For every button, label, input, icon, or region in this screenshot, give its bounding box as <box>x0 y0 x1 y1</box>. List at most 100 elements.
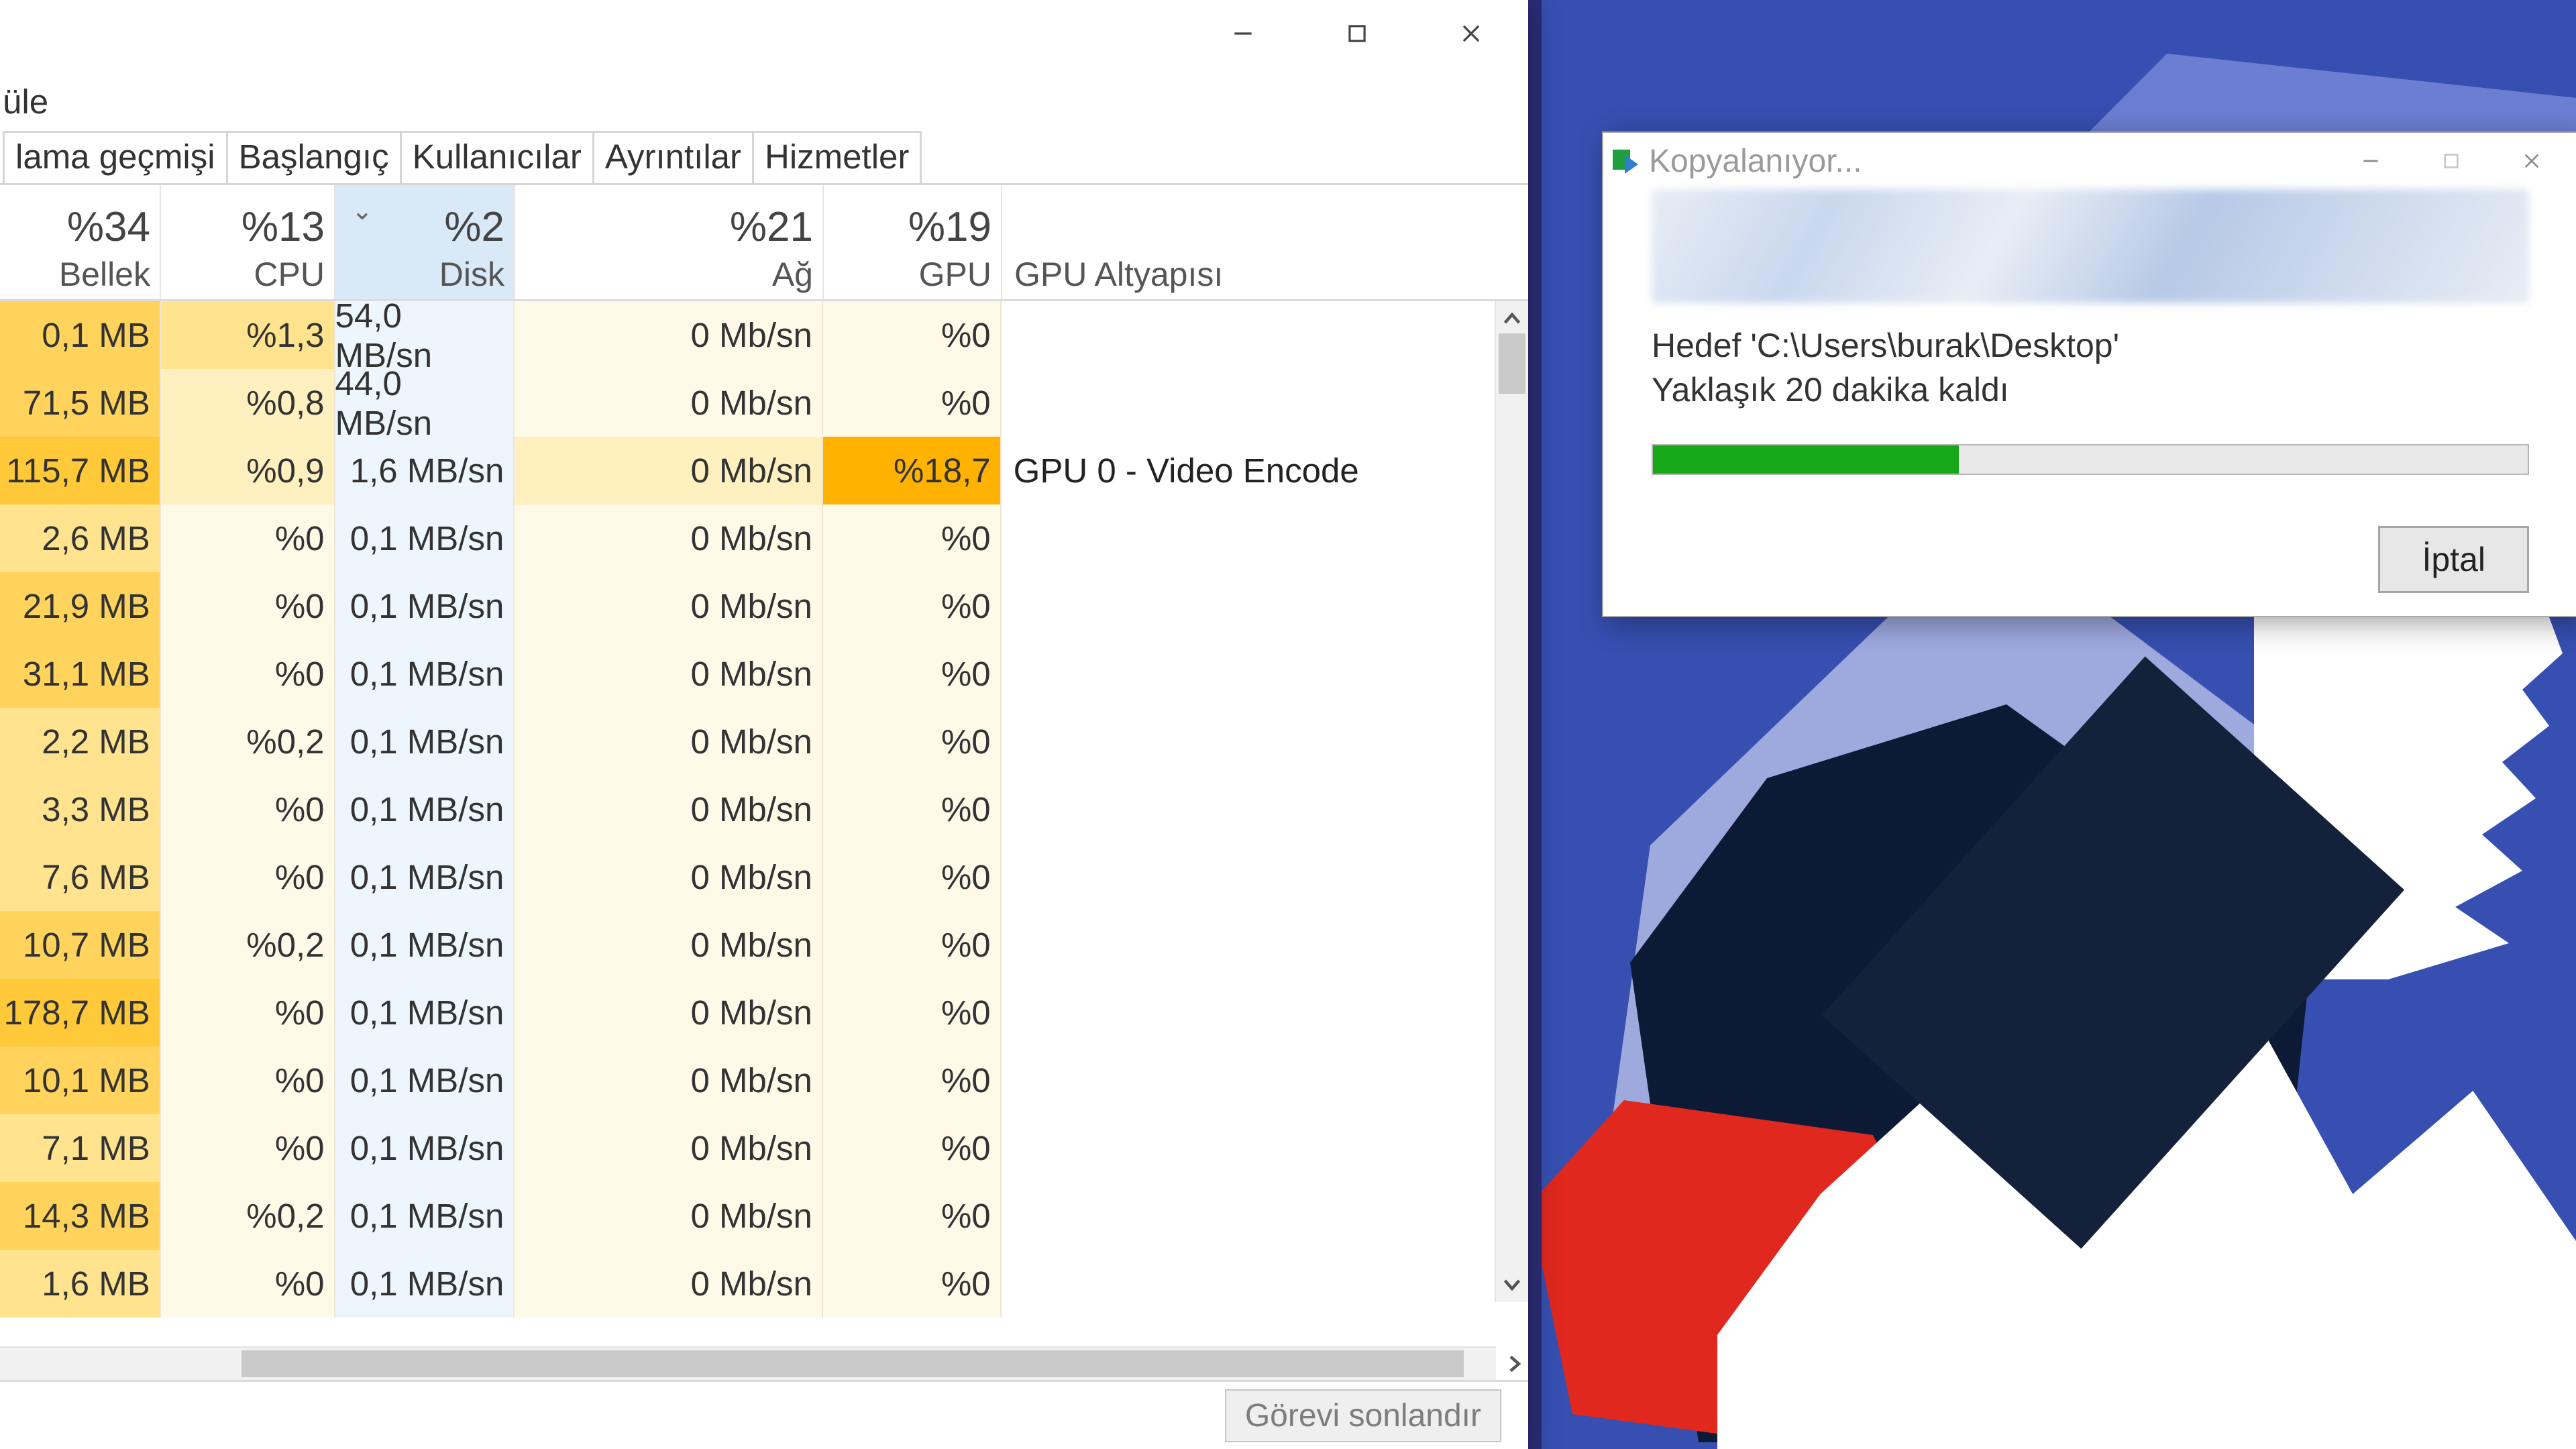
cell: %0 <box>161 640 335 708</box>
cell: 0,1 MB/sn <box>335 911 515 979</box>
column-label: GPU Altyapısı <box>1014 255 1223 294</box>
cell: %0 <box>823 911 1002 979</box>
cell: %0 <box>823 979 1002 1046</box>
table-row[interactable]: 71,5 MB%0,844,0 MB/sn0 Mb/sn%0 <box>0 369 1492 437</box>
tab[interactable]: Kullanıcılar <box>400 131 594 183</box>
column-header[interactable]: GPU Altyapısı <box>1002 185 1493 299</box>
column-header[interactable]: %13 CPU <box>161 185 335 299</box>
cancel-button[interactable]: İptal <box>2378 526 2529 593</box>
cell: 0 Mb/sn <box>515 504 823 572</box>
menu-item[interactable]: üle <box>3 83 48 121</box>
table-row[interactable]: 7,6 MB%00,1 MB/sn0 Mb/sn%0 <box>0 843 1492 911</box>
scroll-down-icon[interactable] <box>1500 1273 1524 1297</box>
scroll-right-icon[interactable] <box>1503 1352 1527 1376</box>
cell: %0,2 <box>161 708 335 775</box>
cell: 0,1 MB/sn <box>335 708 515 775</box>
column-header[interactable]: %19GPU <box>824 185 1002 299</box>
cell: 0 Mb/sn <box>515 708 823 775</box>
scroll-up-icon[interactable] <box>1500 307 1524 331</box>
cell <box>1002 572 1492 640</box>
column-label: GPU <box>919 255 991 294</box>
cell: 1,6 MB <box>0 1250 161 1318</box>
tab[interactable]: Hizmetler <box>752 131 922 183</box>
table-row[interactable]: 31,1 MB%00,1 MB/sn0 Mb/sn%0 <box>0 640 1492 708</box>
cell: 0 Mb/sn <box>515 301 823 369</box>
dialog-body: Hedef 'C:\Users\burak\Desktop' Yaklaşık … <box>1603 189 2576 616</box>
cell: 14,3 MB <box>0 1182 161 1250</box>
cell: %0 <box>823 1182 1002 1250</box>
cell: 0 Mb/sn <box>515 911 823 979</box>
menu-bar[interactable]: üle <box>0 80 1528 131</box>
cell: 0 Mb/sn <box>515 1114 823 1182</box>
dialog-titlebar[interactable]: Kopyalanıyor... <box>1603 133 2576 189</box>
cell: %0 <box>823 1250 1002 1318</box>
cell <box>1002 843 1492 911</box>
cell: 178,7 MB <box>0 979 161 1046</box>
cell: 0 Mb/sn <box>515 1046 823 1114</box>
table-row[interactable]: 2,2 MB%0,20,1 MB/sn0 Mb/sn%0 <box>0 708 1492 775</box>
cell: %0 <box>823 572 1002 640</box>
process-rows: 0,1 MB%1,354,0 MB/sn0 Mb/sn%071,5 MB%0,8… <box>0 301 1492 1345</box>
cell: %0 <box>161 504 335 572</box>
cell: 0,1 MB/sn <box>335 979 515 1046</box>
cell <box>1002 301 1492 369</box>
cell: 0,1 MB/sn <box>335 1114 515 1182</box>
vertical-scrollbar[interactable] <box>1495 301 1528 1302</box>
tab[interactable]: Ayrıntılar <box>592 131 754 183</box>
tab[interactable]: lama geçmişi <box>3 131 228 183</box>
column-label: CPU <box>254 255 325 294</box>
cell: 0 Mb/sn <box>515 572 823 640</box>
cell: 0 Mb/sn <box>515 1182 823 1250</box>
copy-progress-bar <box>1652 444 2529 475</box>
column-percent: %2 <box>444 203 504 251</box>
column-header[interactable]: %21 Ağ <box>515 185 824 299</box>
cell: %0 <box>161 1250 335 1318</box>
cell: 2,2 MB <box>0 708 161 775</box>
horizontal-scrollbar[interactable] <box>0 1346 1496 1380</box>
table-row[interactable]: 115,7 MB%0,91,6 MB/sn0 Mb/sn%18,7GPU 0 -… <box>0 437 1492 504</box>
cell <box>1002 979 1492 1046</box>
column-label: Ağ <box>772 255 813 294</box>
tab[interactable]: Başlangıç <box>226 131 402 183</box>
dialog-close-button[interactable] <box>2491 134 2572 188</box>
minimize-button[interactable] <box>1186 0 1300 67</box>
window-titlebar[interactable] <box>0 0 1528 80</box>
copy-icon <box>1613 147 1641 175</box>
table-row[interactable]: 10,1 MB%00,1 MB/sn0 Mb/sn%0 <box>0 1046 1492 1114</box>
cell <box>1002 1182 1492 1250</box>
end-task-button[interactable]: Görevi sonlandır <box>1225 1389 1501 1442</box>
column-percent: %13 <box>241 203 325 251</box>
column-percent: %21 <box>730 203 813 251</box>
close-button[interactable] <box>1414 0 1528 67</box>
cell: GPU 0 - Video Encode <box>1002 437 1492 504</box>
table-row[interactable]: 21,9 MB%00,1 MB/sn0 Mb/sn%0 <box>0 572 1492 640</box>
dialog-minimize-button[interactable] <box>2330 134 2411 188</box>
cell: %0 <box>823 1046 1002 1114</box>
table-row[interactable]: 0,1 MB%1,354,0 MB/sn0 Mb/sn%0 <box>0 301 1492 369</box>
cell: 0 Mb/sn <box>515 437 823 504</box>
cell: 0 Mb/sn <box>515 369 823 437</box>
scrollbar-thumb[interactable] <box>1499 333 1525 394</box>
table-row[interactable]: 10,7 MB%0,20,1 MB/sn0 Mb/sn%0 <box>0 911 1492 979</box>
copy-source-blurred <box>1652 189 2529 303</box>
copy-progress-dialog: Kopyalanıyor... Hedef 'C:\Users\burak\De… <box>1602 131 2576 617</box>
column-label: Disk <box>439 255 504 294</box>
scrollbar-thumb[interactable] <box>241 1350 1464 1377</box>
table-row[interactable]: 1,6 MB%00,1 MB/sn0 Mb/sn%0 <box>0 1250 1492 1318</box>
table-row[interactable]: 2,6 MB%00,1 MB/sn0 Mb/sn%0 <box>0 504 1492 572</box>
maximize-button[interactable] <box>1300 0 1414 67</box>
cell: %0 <box>161 843 335 911</box>
cell: 7,1 MB <box>0 1114 161 1182</box>
cell: 0 Mb/sn <box>515 640 823 708</box>
table-row[interactable]: 14,3 MB%0,20,1 MB/sn0 Mb/sn%0 <box>0 1182 1492 1250</box>
cell: %0 <box>161 775 335 843</box>
table-row[interactable]: 178,7 MB%00,1 MB/sn0 Mb/sn%0 <box>0 979 1492 1046</box>
cell: 0 Mb/sn <box>515 1250 823 1318</box>
column-header[interactable]: %34Bellek <box>0 185 161 299</box>
column-header[interactable]: ⌄%2Disk <box>335 185 515 299</box>
table-row[interactable]: 7,1 MB%00,1 MB/sn0 Mb/sn%0 <box>0 1114 1492 1182</box>
cell: %0 <box>161 1114 335 1182</box>
cell: 0,1 MB/sn <box>335 1250 515 1318</box>
table-row[interactable]: 3,3 MB%00,1 MB/sn0 Mb/sn%0 <box>0 775 1492 843</box>
cell: %0,2 <box>161 911 335 979</box>
